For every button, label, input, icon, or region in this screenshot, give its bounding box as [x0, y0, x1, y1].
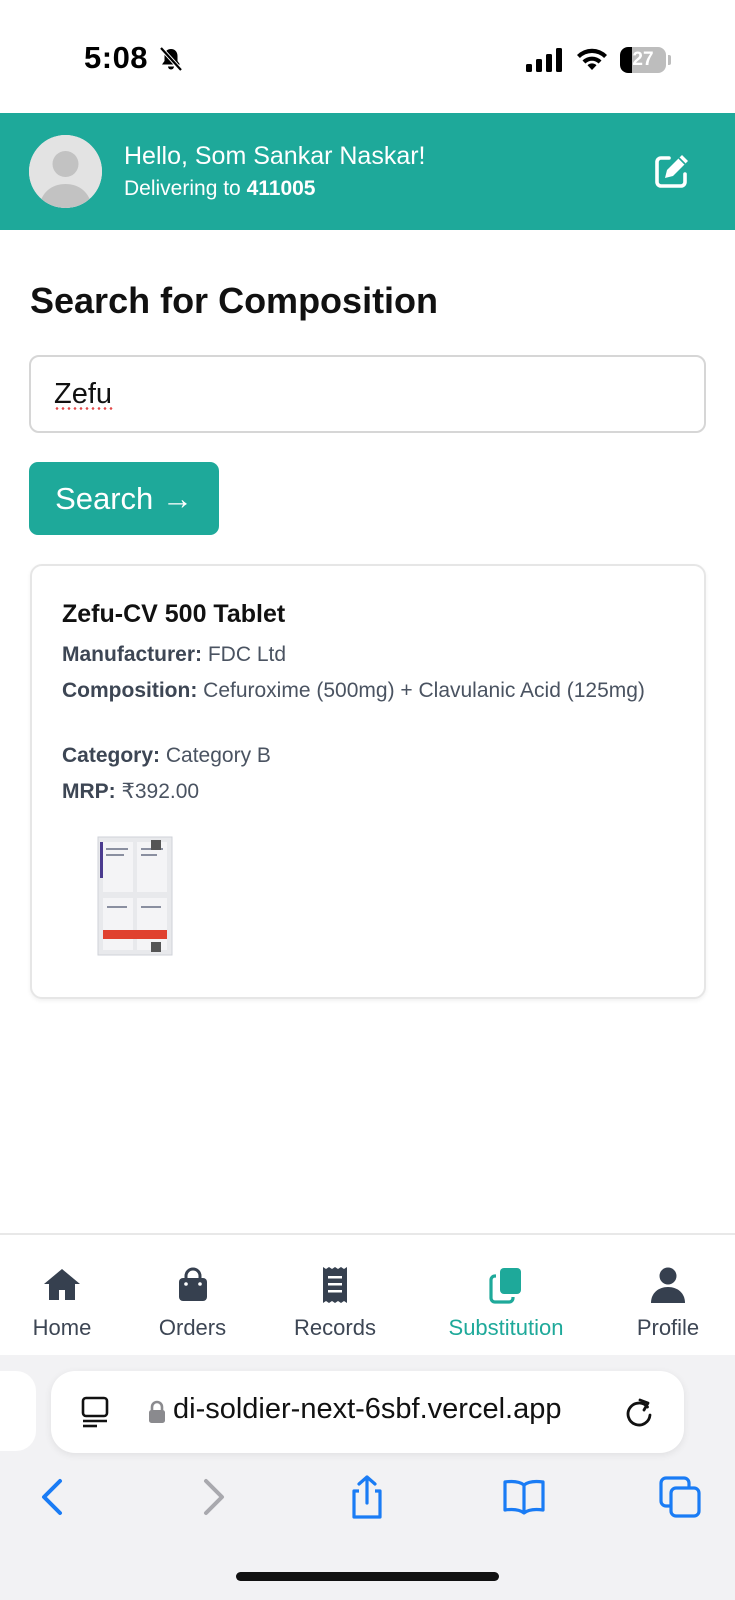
nav-orders[interactable]: Orders: [150, 1235, 235, 1355]
user-icon: [651, 1267, 685, 1303]
bell-slash-icon: [159, 46, 183, 72]
nav-substitution-label: Substitution: [448, 1315, 564, 1340]
mrp-value: ₹392.00: [121, 780, 200, 803]
mrp-label: MRP: [62, 780, 109, 803]
product-image: [97, 836, 173, 956]
nav-records-label: Records: [294, 1315, 376, 1340]
nav-orders-label: Orders: [158, 1315, 227, 1340]
nav-records[interactable]: Records: [285, 1235, 385, 1355]
shopping-bag-icon: [179, 1267, 207, 1301]
manufacturer-value: FDC Ltd: [207, 643, 287, 666]
url-bar[interactable]: di-soldier-next-6sbf.vercel.app: [51, 1371, 684, 1453]
search-button[interactable]: Search →: [29, 462, 219, 535]
home-indicator[interactable]: [236, 1572, 499, 1581]
cellular-signal-icon: [526, 48, 562, 72]
delivery-location: Delivering to 411005: [124, 177, 315, 201]
delivery-pincode: 411005: [246, 177, 316, 200]
app-header: Hello, Som Sankar Naskar! Delivering to …: [0, 113, 735, 230]
url-text: di-soldier-next-6sbf.vercel.app: [173, 1393, 562, 1425]
edit-icon[interactable]: [652, 151, 692, 191]
page-title: Search for Composition: [30, 280, 439, 321]
bottom-nav: Home Orders Records Substitution Profile: [0, 1233, 735, 1355]
battery-icon: 27: [620, 47, 671, 73]
manufacturer-line: Manufacturer: FDC Ltd: [62, 643, 287, 666]
nav-profile-label: Profile: [636, 1315, 700, 1340]
status-bar: 5:08 27: [0, 0, 735, 113]
category-label: Category: [62, 744, 154, 767]
nav-substitution[interactable]: Substitution: [436, 1235, 576, 1355]
share-icon[interactable]: [345, 1475, 389, 1519]
receipt-icon: [323, 1267, 347, 1303]
tabs-icon[interactable]: [658, 1475, 702, 1519]
result-card[interactable]: Zefu-CV 500 Tablet Manufacturer: FDC Ltd…: [30, 564, 706, 999]
mrp-line: MRP: ₹392.00: [62, 780, 200, 803]
wifi-icon: [577, 48, 607, 70]
composition-label: Composition: [62, 679, 191, 702]
composition-line: Composition: Cefuroxime (500mg) + Clavul…: [62, 679, 645, 702]
spellcheck-underline: [54, 407, 114, 410]
greeting-text: Hello, Som Sankar Naskar!: [124, 142, 426, 170]
composition-value: Cefuroxime (500mg) + Clavulanic Acid (12…: [203, 679, 645, 702]
previous-tab-preview[interactable]: [0, 1371, 36, 1451]
reader-mode-icon[interactable]: [81, 1396, 111, 1428]
product-name: Zefu-CV 500 Tablet: [62, 600, 286, 628]
user-avatar-icon[interactable]: [29, 135, 102, 208]
nav-home[interactable]: Home: [22, 1235, 102, 1355]
browser-chrome: di-soldier-next-6sbf.vercel.app: [0, 1355, 735, 1600]
battery-level: 27: [632, 49, 654, 70]
nav-profile[interactable]: Profile: [628, 1235, 708, 1355]
nav-home-label: Home: [32, 1315, 92, 1340]
bookmarks-icon[interactable]: [502, 1475, 546, 1519]
home-icon: [44, 1269, 80, 1300]
search-input[interactable]: [29, 355, 706, 433]
reload-icon[interactable]: [623, 1395, 655, 1429]
back-icon[interactable]: [32, 1475, 76, 1519]
lock-icon: [149, 1400, 165, 1423]
manufacturer-label: Manufacturer: [62, 643, 196, 666]
copy-icon: [489, 1268, 521, 1304]
delivering-label: Delivering to: [124, 177, 247, 200]
category-value: Category B: [165, 744, 271, 767]
category-line: Category: Category B: [62, 744, 271, 767]
forward-icon[interactable]: [190, 1475, 234, 1519]
status-time: 5:08: [84, 40, 149, 75]
